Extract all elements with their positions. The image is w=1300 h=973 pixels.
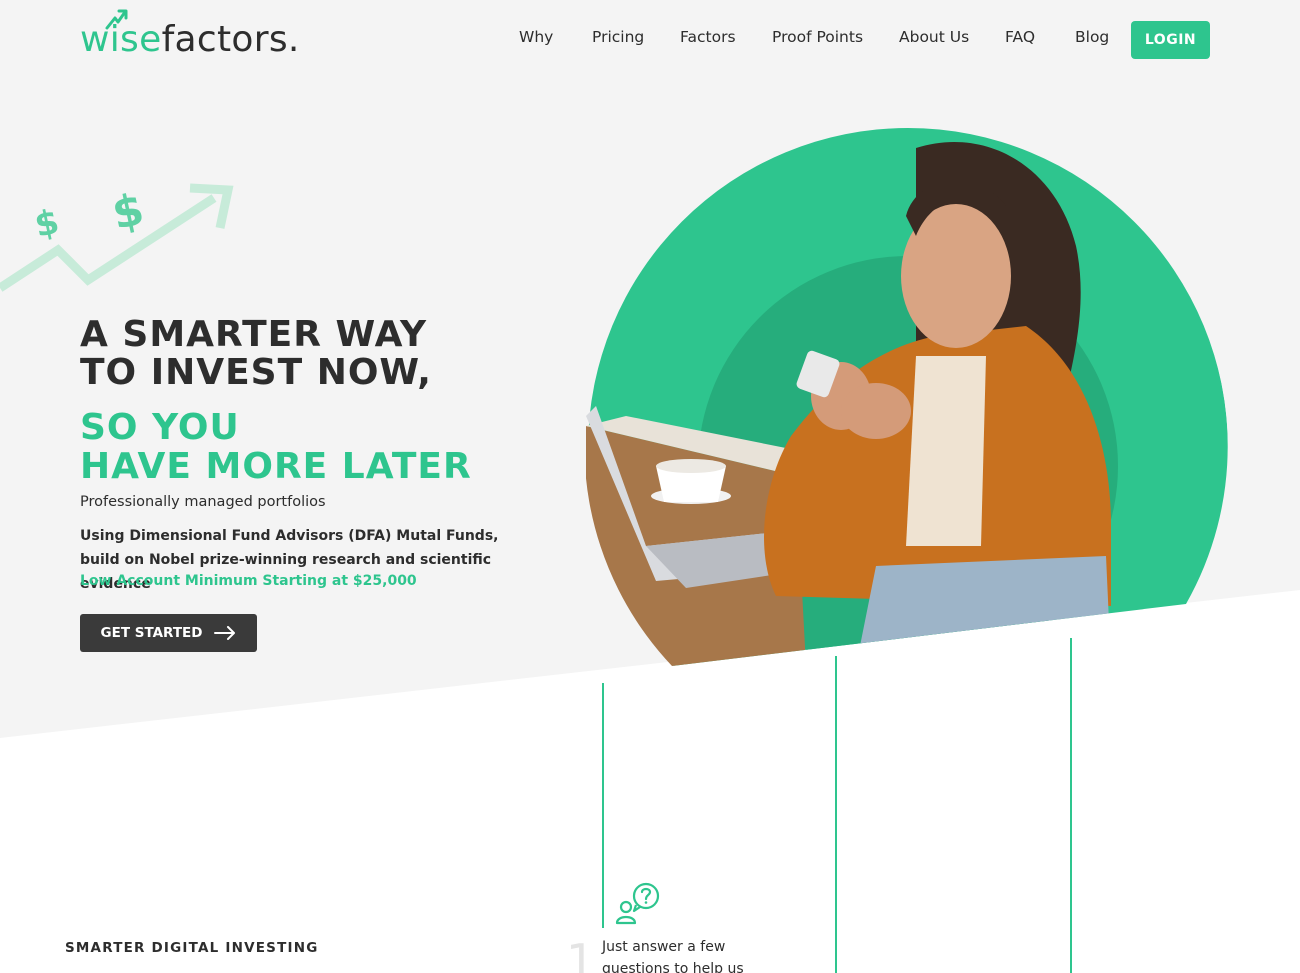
nav-faq[interactable]: FAQ [1005, 28, 1035, 46]
nav-proof-points[interactable]: Proof Points [772, 28, 863, 46]
nav-blog[interactable]: Blog [1075, 28, 1109, 46]
step-number: 1 [566, 934, 596, 973]
nav-why[interactable]: Why [519, 28, 553, 46]
step-divider-line [602, 683, 604, 928]
hero-tagline: Professionally managed portfolios [80, 494, 326, 510]
nav-pricing[interactable]: Pricing [592, 28, 644, 46]
get-started-label: GET STARTED [100, 625, 203, 641]
nav-about-us[interactable]: About Us [899, 28, 969, 46]
hero-accent-headline: SO YOU HAVE MORE LATER [80, 408, 472, 486]
arrow-right-icon [214, 626, 236, 640]
wisefactors-logo[interactable]: wise factors. [80, 9, 300, 60]
nav-factors[interactable]: Factors [680, 28, 736, 46]
step-divider-line [835, 656, 837, 973]
get-started-button[interactable]: GET STARTED [80, 614, 257, 652]
accent-line-2: HAVE MORE LATER [80, 446, 472, 487]
headline-line-2: TO INVEST NOW, [80, 352, 432, 393]
top-navigation: wise factors. Why Pricing Factors Proof P… [0, 0, 1300, 78]
section-label: SMARTER DIGITAL INVESTING [65, 940, 319, 956]
logo-factors-text: factors. [161, 19, 300, 60]
dollar-sign-icon: $ [108, 184, 149, 240]
hero-illustration [586, 128, 1228, 666]
question-chat-icon [615, 882, 660, 925]
growth-arrow-decoration: $ $ [0, 183, 234, 292]
headline-line-1: A SMARTER WAY [80, 314, 428, 355]
logo-arrow-icon [105, 9, 128, 30]
accent-line-1: SO YOU [80, 407, 240, 448]
hero-headline: A SMARTER WAY TO INVEST NOW, [80, 316, 432, 392]
step-description: Just answer a few questions to help us [602, 939, 744, 973]
step-divider-line [1070, 638, 1072, 973]
login-button[interactable]: LOGIN [1131, 21, 1210, 59]
account-minimum: Low Account Minimum Starting at $25,000 [80, 573, 417, 589]
dollar-sign-icon: $ [31, 202, 62, 246]
